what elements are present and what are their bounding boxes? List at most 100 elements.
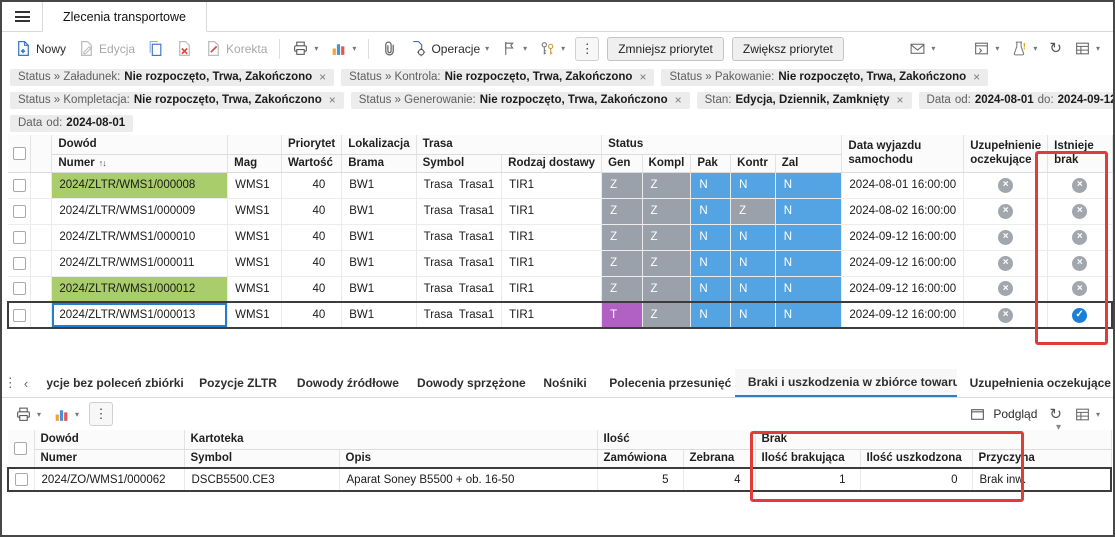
column-header-zamowiona[interactable]: Zamówiona xyxy=(597,449,684,469)
bottom-chart-button[interactable]: ▾ xyxy=(48,403,84,426)
menu-button[interactable] xyxy=(2,2,42,31)
tab-dowody-zrodlowe[interactable]: Dowody źródłowe xyxy=(284,369,404,397)
refresh-button[interactable]: ↻ xyxy=(1044,38,1067,59)
keys-button[interactable]: ▾ xyxy=(534,37,570,60)
select-all-checkbox[interactable] xyxy=(14,441,28,455)
filter-chip-generowanie[interactable]: Status » Generowanie: Nie rozpoczęto, Trw… xyxy=(350,92,690,109)
column-header-symbol[interactable]: Symbol xyxy=(416,154,503,173)
flag-button[interactable]: ▾ xyxy=(496,37,532,60)
select-all-header xyxy=(8,430,35,469)
tab-dowody-sprzezone[interactable]: Dowody sprzężone xyxy=(404,369,530,397)
table-row-selected[interactable]: 2024/ZO/WMS1/000062 DSCB5500.CE3 Aparat … xyxy=(7,467,1112,492)
column-header-ilosc-brakujaca[interactable]: Ilość brakująca xyxy=(755,449,861,469)
close-icon[interactable]: × xyxy=(329,94,336,106)
copy-document-button[interactable] xyxy=(142,37,169,60)
table-row[interactable]: 2024/ZLTR/WMS1/000012 WMS1 40 BW1 Trasa … xyxy=(8,276,1113,303)
table-row[interactable]: 2024/ZLTR/WMS1/000009 WMS1 40 BW1 Trasa … xyxy=(8,198,1113,225)
column-header-rodzaj-dostawy[interactable]: Rodzaj dostawy xyxy=(501,154,603,173)
delete-document-button[interactable] xyxy=(171,37,198,60)
korekta-button[interactable]: Korekta xyxy=(200,37,272,60)
chart-button[interactable]: ▾ xyxy=(325,37,361,60)
uzupelnienie-cell xyxy=(963,198,1049,225)
preview-button[interactable]: Podgląd xyxy=(964,403,1042,426)
attachments-button[interactable] xyxy=(376,37,403,60)
filter-chip-kontrola[interactable]: Status » Kontrola: Nie rozpoczęto, Trwa, … xyxy=(341,69,655,86)
window-layout-button[interactable]: ▾ xyxy=(968,37,1004,60)
filter-chip-zaladunek[interactable]: Status » Załadunek: Nie rozpoczęto, Trwa,… xyxy=(10,69,335,86)
close-icon[interactable]: × xyxy=(897,94,904,106)
decrease-priority-button[interactable]: Zmniejsz priorytet xyxy=(607,36,724,61)
bottom-print-button[interactable]: ▾ xyxy=(10,403,46,426)
new-button[interactable]: Nowy xyxy=(10,37,71,60)
table-row[interactable]: 2024/ZLTR/WMS1/000010 WMS1 40 BW1 Trasa … xyxy=(8,224,1113,251)
column-header-opis[interactable]: Opis xyxy=(339,449,598,469)
select-all-checkbox[interactable] xyxy=(12,146,26,160)
column-header-uzupelnienie[interactable]: Uzupełnienie oczekujące xyxy=(963,135,1049,173)
status-pak-cell: N xyxy=(690,224,732,251)
column-header-zal[interactable]: Zal xyxy=(775,154,843,173)
more-button[interactable]: ⋮ xyxy=(575,36,600,61)
tab-nosniki[interactable]: Nośniki xyxy=(530,369,596,397)
row-checkbox[interactable] xyxy=(12,230,26,244)
close-icon[interactable]: × xyxy=(973,71,980,83)
status-pak-cell: N xyxy=(690,276,732,303)
column-header-kontr[interactable]: Kontr xyxy=(730,154,776,173)
tab-pozycje-zltr[interactable]: Pozycje ZLTR xyxy=(186,369,284,397)
row-checkbox[interactable] xyxy=(13,308,27,322)
grid-settings-button[interactable]: ▾ xyxy=(1069,37,1105,60)
tab-pozycje-bez-polecen-zbiorki[interactable]: ycje bez poleceń zbiórki xyxy=(33,369,186,397)
column-header-gen[interactable]: Gen xyxy=(601,154,643,173)
filter-chip-data-range[interactable]: Data od: 2024-08-01 do: 2024-09-12 xyxy=(918,92,1113,109)
column-header-istnieje-brak[interactable]: Istnieje brak xyxy=(1047,135,1113,173)
send-message-button[interactable]: ▾ xyxy=(904,37,940,60)
alerts-settings-button[interactable]: ! ▾ xyxy=(1006,37,1042,60)
print-button[interactable]: ▾ xyxy=(287,37,323,60)
column-header-wartosc[interactable]: Wartość xyxy=(281,154,343,173)
chevron-down-icon: ▾ xyxy=(561,44,566,53)
scroll-left-icon[interactable]: ‹ xyxy=(19,369,34,397)
column-header-data-wyjazdu[interactable]: Data wyjazdu samochodu xyxy=(841,135,965,173)
column-header-symbol[interactable]: Symbol xyxy=(184,449,340,469)
tab-polecenia-przesuniec[interactable]: Polecenia przesunięć xyxy=(596,369,735,397)
row-checkbox[interactable] xyxy=(12,256,26,270)
istnieje-brak-cell xyxy=(1047,224,1113,251)
filter-chip-pakowanie[interactable]: Status » Pakowanie: Nie rozpoczęto, Trwa,… xyxy=(661,69,989,86)
column-header-ilosc-uszkodzona[interactable]: Ilość uszkodzona xyxy=(860,449,973,469)
filter-chip-kompletacja[interactable]: Status » Kompletacja: Nie rozpoczęto, Trw… xyxy=(10,92,344,109)
row-checkbox[interactable] xyxy=(12,178,26,192)
filter-chip-stan[interactable]: Stan: Edycja, Dziennik, Zamknięty × xyxy=(696,92,912,109)
table-row[interactable]: 2024/ZLTR/WMS1/000008 WMS1 40 BW1 Trasa … xyxy=(8,172,1113,199)
row-checkbox[interactable] xyxy=(12,282,26,296)
filter-chip-data-od[interactable]: Data od: 2024-08-01 xyxy=(10,115,134,132)
column-header-zebrana[interactable]: Zebrana xyxy=(683,449,756,469)
table-row-selected[interactable]: 2024/ZLTR/WMS1/000013 WMS1 40 BW1 Trasa … xyxy=(7,301,1113,329)
increase-priority-button[interactable]: Zwiększ priorytet xyxy=(731,36,844,61)
column-header-przyczyna[interactable]: Przyczyna xyxy=(972,449,1112,469)
tab-braki-i-uszkodzenia[interactable]: Braki i uszkodzenia w zbiórce towaru xyxy=(734,369,957,397)
row-checkbox[interactable] xyxy=(12,204,26,218)
column-header-kompl[interactable]: Kompl xyxy=(642,154,692,173)
close-icon[interactable]: × xyxy=(675,94,682,106)
bottom-grid-settings-button[interactable]: ▾ xyxy=(1069,403,1105,426)
column-header-pak[interactable]: Pak xyxy=(690,154,732,173)
bottom-more-button[interactable]: ⋮ xyxy=(89,402,114,426)
tab-zlecenia-transportowe[interactable]: Zlecenia transportowe xyxy=(42,2,207,32)
column-header-numer[interactable]: Numer xyxy=(34,449,185,469)
operations-button[interactable]: Operacje ▾ xyxy=(405,37,494,60)
row-checkbox[interactable] xyxy=(14,473,28,486)
status-kompl-cell: Z xyxy=(642,301,692,329)
edit-button[interactable]: Edycja xyxy=(73,37,140,60)
chevron-down-icon: ▾ xyxy=(1095,409,1100,419)
collapse-panel-icon[interactable]: ▾ xyxy=(1056,422,1061,433)
column-header-mag[interactable]: Mag xyxy=(227,154,282,173)
sort-icon[interactable]: ↑↓ xyxy=(99,158,107,168)
column-header-numer[interactable]: Numer ↑↓ xyxy=(51,154,229,173)
close-icon[interactable]: × xyxy=(639,71,646,83)
table-row[interactable]: 2024/ZLTR/WMS1/000011 WMS1 40 BW1 Trasa … xyxy=(8,250,1113,277)
close-icon[interactable]: × xyxy=(319,71,326,83)
filter-row: Data od: 2024-08-01 xyxy=(2,112,1113,135)
column-header-brama[interactable]: Brama xyxy=(341,154,417,173)
panel-handle-icon[interactable]: ⋮ xyxy=(2,369,19,397)
tab-uzupelnienia-oczekujace[interactable]: Uzupełnienia oczekujące xyxy=(957,369,1113,397)
group-header-empty xyxy=(227,135,282,155)
